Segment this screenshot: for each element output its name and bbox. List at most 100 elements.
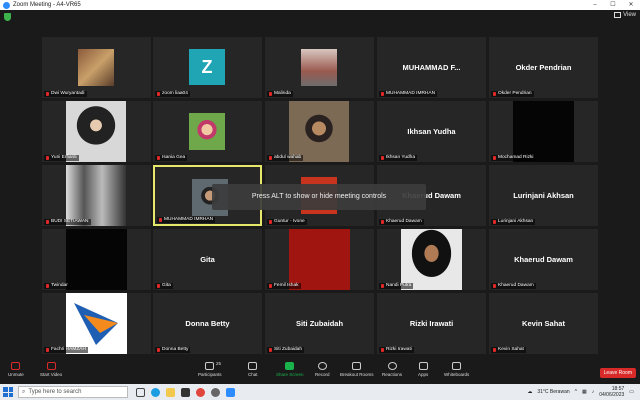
start-video-button[interactable]: Start Video [40, 362, 62, 377]
participant-name: Gita [162, 283, 171, 288]
unmute-button[interactable]: Unmute [8, 362, 24, 377]
participant-tile[interactable]: Isania Gea [153, 101, 262, 162]
zoom-taskbar-icon[interactable] [226, 387, 235, 397]
participant-label: Gita [155, 283, 173, 289]
participant-tile[interactable]: Lurinjani Akhsan Lurinjani Akhsan [489, 165, 598, 226]
store-icon[interactable] [181, 387, 190, 397]
participant-label: BUDI SETIAWAN [44, 219, 91, 225]
participant-name: Donna Betty [162, 347, 189, 352]
share-screen-button[interactable]: Share Screen [276, 362, 304, 377]
file-explorer-icon[interactable] [166, 387, 175, 397]
participant-label: MUHAMMAD IMRHAN [157, 217, 216, 223]
participant-label: Femil Ishak [267, 283, 301, 289]
notifications-icon[interactable]: ▭ [629, 389, 634, 395]
participant-tile[interactable]: Zzoom liaa04 [153, 37, 262, 98]
participant-name: Fachri HAMZAH [51, 347, 86, 352]
participant-name-display: Rizki Irawati [409, 319, 454, 328]
participant-name-display: Lurinjani Akhsan [513, 191, 574, 200]
mic-muted-icon [381, 92, 384, 96]
participant-name: zoom liaa04 [162, 91, 188, 96]
mic-muted-icon [381, 156, 384, 160]
participant-tile[interactable]: Ikhsan Yudha Ikhsan Yudha [377, 101, 486, 162]
breakout-rooms-button[interactable]: Breakout Rooms [340, 362, 374, 377]
participant-tile[interactable]: Donna Betty Donna Betty [153, 293, 262, 354]
leave-room-button[interactable]: Leave Room [599, 368, 636, 378]
participant-tile[interactable]: abdul wahab [265, 101, 374, 162]
mic-muted-icon [269, 284, 272, 288]
reactions-button[interactable]: Reactions [382, 362, 402, 377]
view-button[interactable]: View [614, 12, 636, 18]
participant-tile[interactable]: Khaerud Dawam Khaerud Dawam [489, 229, 598, 290]
weather-label: 31°C Berawan [537, 389, 570, 395]
task-view-icon[interactable] [136, 387, 145, 397]
minimize-button[interactable]: – [586, 0, 604, 10]
close-button[interactable]: ✕ [622, 0, 640, 10]
participant-tile[interactable]: Fachri HAMZAH [42, 293, 151, 354]
participant-tile[interactable]: Okder Pendrian Okder Pendrian [489, 37, 598, 98]
participant-tile[interactable]: BUDI SETIAWAN [42, 165, 151, 226]
whiteboards-button[interactable]: Whiteboards [444, 362, 469, 377]
participant-video [78, 49, 114, 86]
taskbar-search-box[interactable]: ⌕ Type here to search [18, 386, 128, 398]
participant-video [401, 229, 462, 290]
participant-tile[interactable]: Rizki Irawati Rizki Irawati [377, 293, 486, 354]
participant-name: Femil Ishak [274, 283, 299, 288]
mic-muted-icon [493, 156, 496, 160]
participant-label: Okder Pendrian [491, 91, 534, 97]
participant-name: Okder Pendrian [498, 91, 532, 96]
participant-name: Siti Zubaidah [274, 347, 302, 352]
participant-tile[interactable]: Malinda [265, 37, 374, 98]
clock[interactable]: 18:57 04/06/2023 [599, 386, 624, 398]
mic-muted-icon [493, 92, 496, 96]
participant-label: Donna Betty [155, 347, 191, 353]
participant-name-display: Khaerud Dawam [514, 255, 573, 264]
settings-icon[interactable] [211, 387, 220, 397]
participant-tile[interactable]: Dwi Wuryantadi [42, 37, 151, 98]
chat-button[interactable]: Chat [248, 362, 258, 377]
windows-taskbar: ⌕ Type here to search ☁ 31°C Berawan ^ ▦… [0, 384, 640, 400]
apps-button[interactable]: Apps [418, 362, 428, 377]
clock-date: 04/06/2023 [599, 392, 625, 398]
participant-tile[interactable]: Siti Zubaidah Siti Zubaidah [265, 293, 374, 354]
participant-tile[interactable]: Nandi Putra [377, 229, 486, 290]
whiteboards-label: Whiteboards [444, 372, 470, 377]
participant-label: Khaerud Dawam [491, 283, 536, 289]
participant-tile[interactable]: Yuni Erfianti [42, 101, 151, 162]
weather-icon: ☁ [527, 389, 533, 395]
taskbar-search-placeholder: Type here to search [28, 389, 82, 395]
participant-tile[interactable]: Twindar [42, 229, 151, 290]
participant-name: Kevin Sahat [498, 347, 524, 352]
windows-start-icon[interactable] [3, 387, 13, 397]
security-shield-icon[interactable] [4, 13, 11, 21]
tray-arrow-icon[interactable]: ^ [575, 389, 577, 395]
participants-icon [205, 362, 215, 370]
participant-video [301, 49, 337, 86]
volume-icon[interactable]: ♪ [592, 389, 595, 395]
mic-muted-icon [381, 348, 384, 352]
meeting-toolbar: Unmute Start Video Participants 25 Chat … [0, 360, 640, 384]
zoom-logo-icon [3, 1, 10, 9]
participant-label: Kevin Sahat [491, 347, 526, 353]
chrome-icon[interactable] [196, 387, 205, 397]
mic-muted-icon [157, 92, 160, 96]
participant-tile[interactable]: Gita Gita [153, 229, 262, 290]
participant-tile[interactable]: MUHAMMAD F... MUHAMMAD IMRHAN [377, 37, 486, 98]
participant-video [189, 113, 225, 150]
participant-name: BUDI SETIAWAN [51, 219, 89, 224]
participant-label: Fachri HAMZAH [44, 347, 88, 353]
window-title: Zoom Meeting - A4-VR65 [13, 2, 81, 8]
participants-button[interactable]: Participants 25 [198, 361, 222, 377]
participant-tile[interactable]: Femil Ishak [265, 229, 374, 290]
participant-tile[interactable]: Mochamad Rizki [489, 101, 598, 162]
mic-muted-icon [46, 156, 49, 160]
network-icon[interactable]: ▦ [582, 389, 587, 395]
participant-name: Nandi Putra [386, 283, 412, 288]
participant-name-display: Okder Pendrian [515, 63, 572, 72]
mic-muted-icon [269, 92, 272, 96]
participant-name: Dwi Wuryantadi [51, 91, 85, 96]
maximize-button[interactable]: ☐ [604, 0, 622, 10]
participant-label: Mochamad Rizki [491, 155, 536, 161]
participant-tile[interactable]: Kevin Sahat Kevin Sahat [489, 293, 598, 354]
record-button[interactable]: Record [315, 362, 330, 377]
edge-icon[interactable] [151, 387, 160, 397]
